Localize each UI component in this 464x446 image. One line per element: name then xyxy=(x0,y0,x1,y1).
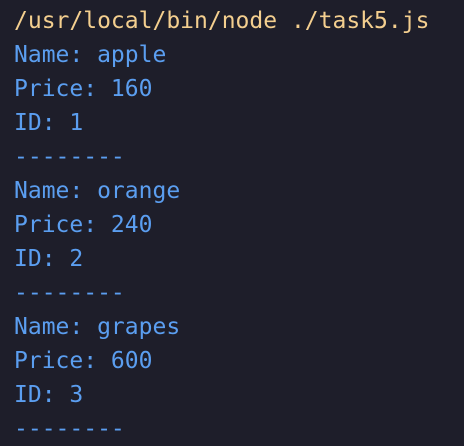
output-line-price: Price: 160 xyxy=(14,76,153,102)
output-line-id: ID: 1 xyxy=(14,110,84,136)
terminal-output-panel: /usr/local/bin/node ./task5.js Name: app… xyxy=(0,0,464,442)
output-line-name: Name: grapes xyxy=(14,314,181,340)
output-line-id: ID: 3 xyxy=(14,382,84,408)
output-line-price: Price: 600 xyxy=(14,348,153,374)
output-separator: -------- xyxy=(14,416,125,442)
output-line-name: Name: apple xyxy=(14,42,167,68)
command-line: /usr/local/bin/node ./task5.js xyxy=(14,8,430,34)
output-separator: -------- xyxy=(14,144,125,170)
output-separator: -------- xyxy=(14,280,125,306)
output-line-name: Name: orange xyxy=(14,178,181,204)
output-line-price: Price: 240 xyxy=(14,212,153,238)
output-line-id: ID: 2 xyxy=(14,246,84,272)
